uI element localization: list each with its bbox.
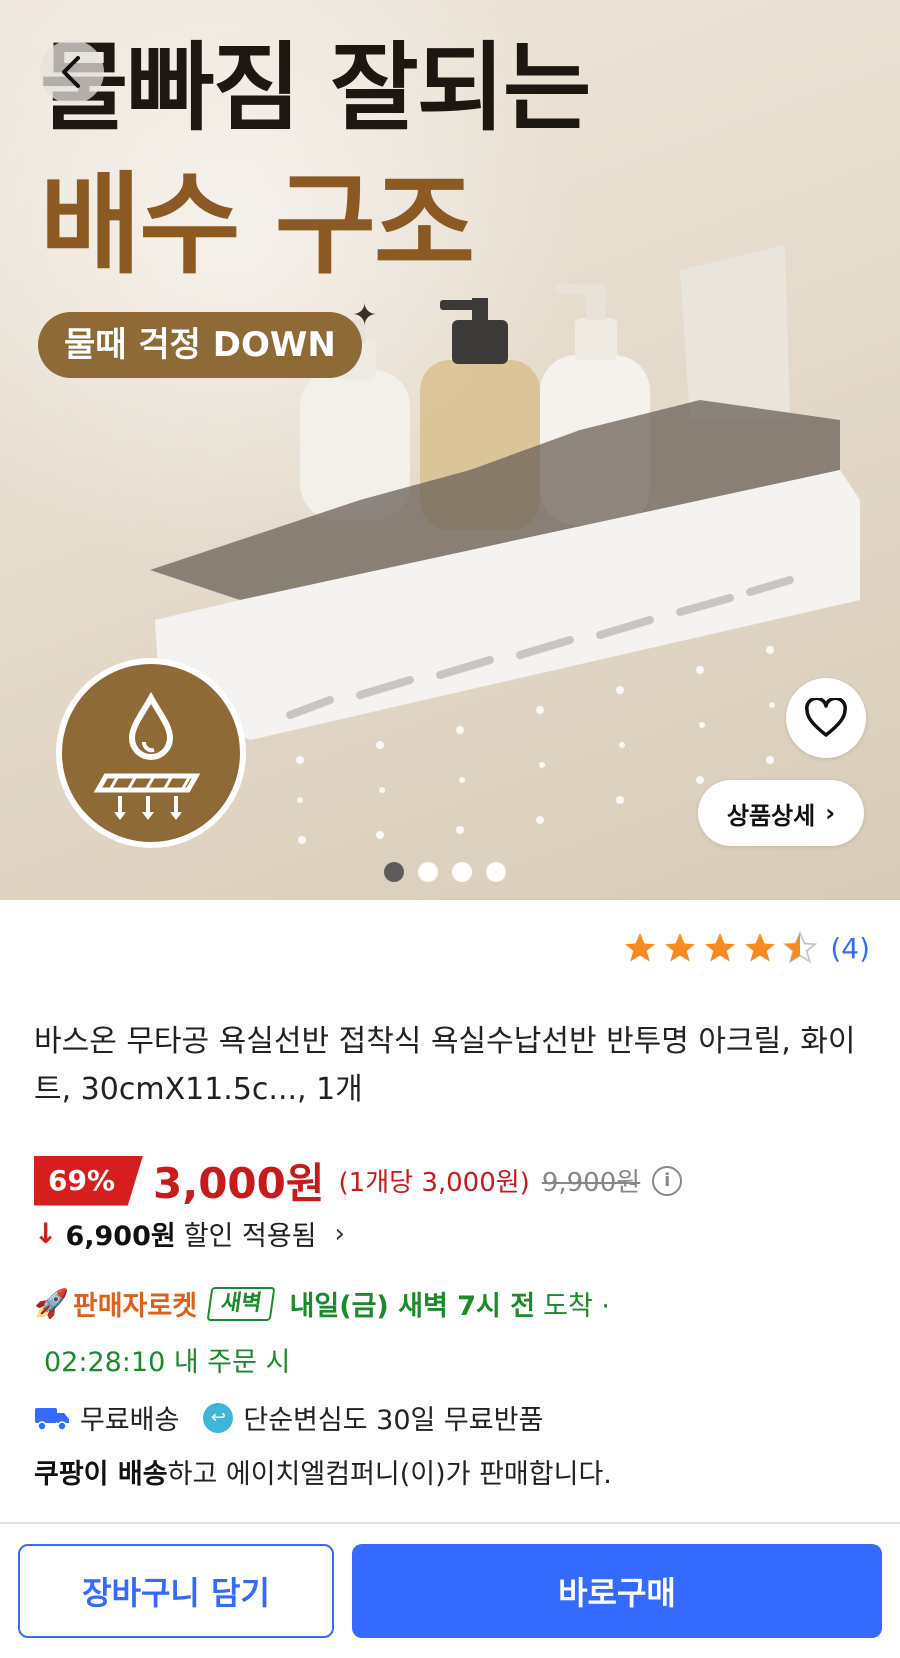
star-full-icon <box>625 933 656 962</box>
buy-now-button[interactable]: 바로구매 <box>352 1544 882 1638</box>
return-icon: ↩ <box>203 1402 234 1433</box>
arrival-time: 내일(금) 새벽 7시 전 <box>289 1291 536 1322</box>
add-to-cart-button[interactable]: 장바구니 담기 <box>18 1544 334 1638</box>
seller-rocket-label: 판매자로켓 <box>72 1291 198 1322</box>
price-row: 69% 3,000원 (1개당 3,000원) 9,900원 i <box>34 1150 683 1211</box>
carousel-indicators <box>384 862 506 882</box>
water-drop-drain-icon <box>56 658 246 848</box>
truck-icon <box>35 1407 69 1431</box>
chevron-right-icon: › <box>334 1218 345 1249</box>
carousel-dot[interactable] <box>418 862 438 882</box>
star-half-icon <box>783 930 818 964</box>
carousel-dot[interactable] <box>486 862 506 882</box>
sale-price: 3,000원 <box>153 1159 325 1208</box>
delivery-row: 🚀 판매자로켓 새벽 내일(금) 새벽 7시 전 도착 · <box>34 1284 610 1323</box>
rocket-icon: 🚀 <box>34 1287 69 1320</box>
chevron-left-icon <box>62 56 80 88</box>
product-detail-button[interactable]: 상품상세 › <box>698 780 864 846</box>
review-count[interactable]: (4) <box>830 932 870 965</box>
favorite-button[interactable] <box>786 678 866 758</box>
info-icon[interactable]: i <box>652 1165 683 1196</box>
product-detail-label: 상품상세 <box>726 801 816 830</box>
dawn-delivery-badge: 새벽 <box>206 1286 276 1321</box>
shipping-row: 무료배송 ↩ 단순변심도 30일 무료반품 <box>34 1398 543 1437</box>
tube <box>680 245 790 420</box>
seller-delivery-bold: 쿠팡이 배송 <box>34 1459 168 1490</box>
sparkle-icon: ✦ <box>352 298 378 333</box>
divider <box>0 1522 900 1524</box>
carousel-dot[interactable] <box>384 862 404 882</box>
original-price: 9,900원 <box>541 1168 641 1198</box>
discount-amount: 6,900원 <box>65 1221 176 1252</box>
star-full-icon <box>665 933 696 962</box>
heart-icon <box>805 698 847 737</box>
seller-info: 쿠팡이 배송하고 에이치엘컴퍼니(이)가 판매합니다. <box>34 1452 612 1491</box>
unit-price: (1개당 3,000원) <box>338 1168 530 1198</box>
star-full-icon <box>705 933 736 962</box>
chevron-right-icon: › <box>825 799 836 827</box>
discount-rate-badge: 69% <box>34 1155 144 1206</box>
arrival-suffix: 도착 · <box>543 1291 610 1322</box>
carousel-dot[interactable] <box>452 862 472 882</box>
free-shipping-label: 무료배송 <box>80 1405 180 1436</box>
seller-delivery-rest: 하고 에이치엘컴퍼니(이)가 판매합니다. <box>167 1459 612 1490</box>
back-button[interactable] <box>40 40 104 104</box>
order-countdown: 02:28:10 내 주문 시 <box>44 1347 291 1378</box>
free-return-label: 단순변심도 30일 무료반품 <box>243 1405 544 1436</box>
hero-feature-pill: 물때 걱정 DOWN <box>38 312 362 378</box>
discount-applied-row[interactable]: ↓ 6,900원 할인 적용됨 › <box>34 1214 345 1253</box>
discount-text: 할인 적용됨 <box>183 1221 317 1252</box>
star-full-icon <box>745 933 776 962</box>
hero-headline-line1: 물빠짐 잘되는 <box>40 32 591 144</box>
product-rating[interactable]: (4) <box>622 930 870 966</box>
product-title: 바스온 무타공 욕실선반 접착식 욕실수납선반 반투명 아크릴, 화이트, 30… <box>34 1024 856 1107</box>
arrow-down-icon: ↓ <box>34 1217 58 1250</box>
hero-headline-line2: 배수 구조 <box>40 161 475 289</box>
product-image-carousel[interactable]: 물빠짐 잘되는 배수 구조 물때 걱정 DOWN ✦ 상품상세 › <box>0 0 900 900</box>
